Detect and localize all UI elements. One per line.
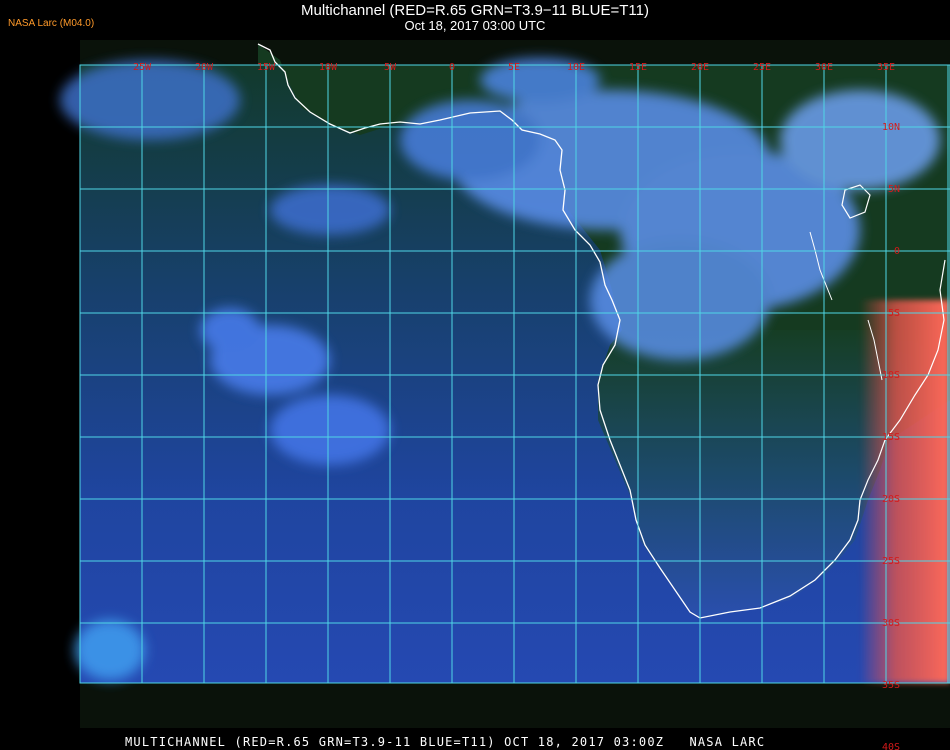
latitude-label: 20S <box>882 494 900 505</box>
latitude-label: 15S <box>882 432 900 443</box>
satellite-image-view: NASA Larc (M04.0) Multichannel (RED=R.65… <box>0 0 950 750</box>
longitude-label: 25W <box>133 62 152 73</box>
latitude-label: 0 <box>894 246 900 257</box>
longitude-label: 5W <box>384 62 397 73</box>
longitude-label: 25E <box>753 62 771 73</box>
longitude-label: 10E <box>567 62 585 73</box>
latitude-label: 5N <box>888 184 900 195</box>
longitude-label: 10W <box>319 62 338 73</box>
longitude-label: 20E <box>691 62 709 73</box>
satellite-map: 25W 20W 15W 10W 5W 0 5E 10E 15E 20E 25E 30E 35E 10N 5… <box>60 40 950 750</box>
longitude-label: 0 <box>449 62 455 73</box>
longitude-label: 20W <box>195 62 214 73</box>
longitude-label: 15W <box>257 62 276 73</box>
latitude-label: 5S <box>888 308 900 319</box>
latitude-label: 30S <box>882 618 900 629</box>
longitude-label: 5E <box>508 62 520 73</box>
high-reflectance-band <box>860 300 950 683</box>
latitude-label: 35S <box>882 680 900 691</box>
latitude-label: 10S <box>882 370 900 381</box>
longitude-label: 35E <box>877 62 895 73</box>
latitude-label: 40S <box>882 742 900 750</box>
latitude-label: 25S <box>882 556 900 567</box>
longitude-label: 15E <box>629 62 647 73</box>
latitude-label: 10N <box>882 122 900 133</box>
image-caption: MULTICHANNEL (RED=R.65 GRN=T3.9-11 BLUE=… <box>125 735 766 749</box>
longitude-label: 30E <box>815 62 833 73</box>
